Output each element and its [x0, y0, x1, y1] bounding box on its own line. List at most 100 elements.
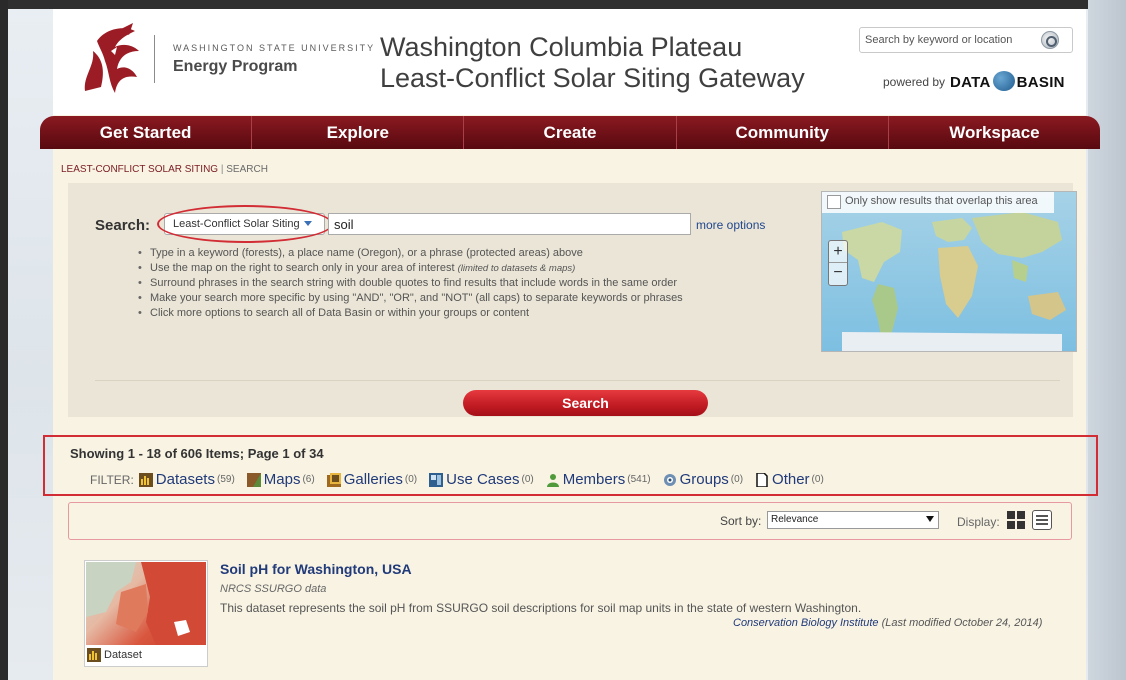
result-thumbnail[interactable]: Dataset [84, 560, 208, 667]
page: WASHINGTON STATE UNIVERSITY Energy Progr… [40, 9, 1100, 680]
soil-map-thumbnail [86, 562, 206, 645]
filter-galleries-count: (0) [404, 474, 418, 485]
nav-workspace[interactable]: Workspace [889, 116, 1100, 149]
gallery-icon [326, 472, 341, 487]
filter-datasets-count: (59) [216, 474, 235, 485]
search-tip: Click more options to search all of Data… [136, 307, 696, 320]
result-credit: Conservation Biology Institute (Last mod… [733, 617, 1042, 629]
site-title-line1: Washington Columbia Plateau [380, 32, 743, 62]
globe-icon [992, 71, 1015, 91]
breadcrumb-section-link[interactable]: LEAST-CONFLICT SOLAR SITING [61, 164, 218, 175]
nav-create[interactable]: Create [464, 116, 677, 149]
search-label: Search: [95, 217, 151, 234]
filter-groups[interactable]: Groups (0) [663, 471, 743, 488]
page-background-right [1088, 0, 1126, 680]
chevron-down-icon [926, 516, 934, 522]
filter-members-count: (541) [627, 474, 651, 485]
results-filter: FILTER: Datasets (59) Maps (6) Galleries (0… [90, 471, 836, 488]
use-case-icon [429, 472, 444, 487]
search-tip: Use the map on the right to search only … [136, 262, 696, 275]
logo-separator [154, 35, 155, 83]
search-tip-note: (limited to datasets & maps) [457, 263, 576, 274]
filter-maps-count: (6) [302, 474, 315, 485]
filter-members-label: Members [562, 471, 626, 488]
result-organization-link[interactable]: Conservation Biology Institute [733, 617, 879, 629]
nav-get-started[interactable]: Get Started [40, 116, 253, 149]
filter-groups-label: Groups [679, 471, 729, 488]
wsu-cougar-logo-icon[interactable] [75, 21, 145, 101]
filter-galleries-label: Galleries [343, 471, 403, 488]
document-icon [756, 472, 768, 487]
databasin-logo[interactable]: DATA BASIN [950, 71, 1065, 91]
zoom-in-button[interactable]: + [829, 241, 847, 263]
filter-maps-label: Maps [263, 471, 301, 488]
map-zoom-control: + − [828, 240, 848, 286]
breadcrumb-separator: | [220, 164, 224, 175]
site-header: WASHINGTON STATE UNIVERSITY Energy Progr… [53, 9, 1086, 115]
map-icon [246, 472, 261, 487]
program-name: Energy Program [173, 58, 298, 75]
search-divider [95, 380, 1060, 381]
filter-other[interactable]: Other (0) [755, 471, 824, 488]
result-type: Dataset [104, 649, 142, 661]
filter-use-cases[interactable]: Use Cases (0) [429, 471, 534, 488]
list-view-icon[interactable] [1032, 510, 1052, 530]
filter-use-cases-count: (0) [521, 474, 534, 485]
search-tips-list: Type in a keyword (forests), a place nam… [136, 247, 696, 322]
search-tip-text: Use the map on the right to search only … [150, 262, 455, 274]
search-tip: Type in a keyword (forests), a place nam… [136, 247, 696, 260]
search-button[interactable]: Search [463, 390, 708, 416]
powered-by-label: powered by [883, 75, 946, 89]
filter-other-count: (0) [811, 474, 824, 485]
result-source: NRCS SSURGO data [220, 583, 327, 595]
filter-label: FILTER: [90, 472, 134, 487]
university-name: WASHINGTON STATE UNIVERSITY [173, 43, 376, 53]
map-overlap-label: Only show results that overlap this area [822, 192, 1054, 213]
sort-bar: Sort by: Relevance Display: [68, 502, 1072, 540]
grid-view-icon[interactable] [1007, 511, 1026, 530]
sort-dropdown[interactable]: Relevance [767, 511, 939, 529]
search-tip: Make your search more specific by using … [136, 292, 696, 305]
sort-label: Sort by: [720, 514, 762, 528]
filter-use-cases-label: Use Cases [446, 471, 520, 488]
search-icon[interactable] [1041, 31, 1059, 49]
results-count: Showing 1 - 18 of 606 Items; Page 1 of 3… [70, 446, 324, 461]
filter-datasets[interactable]: Datasets (59) [138, 471, 235, 488]
member-icon [546, 473, 559, 487]
window-left-edge [0, 0, 8, 680]
databasin-logo-left: DATA [950, 74, 991, 91]
search-query-input[interactable]: soil [328, 213, 691, 235]
highlight-oval [157, 205, 333, 243]
filter-maps[interactable]: Maps (6) [246, 471, 315, 488]
result-type-label: Dataset [87, 648, 142, 662]
result-title-link[interactable]: Soil pH for Washington, USA [220, 561, 412, 577]
search-tip: Surround phrases in the search string wi… [136, 277, 696, 290]
result-thumbnail-image [86, 562, 206, 645]
dataset-icon [138, 472, 153, 487]
search-area-map[interactable]: Only show results that overlap this area… [821, 191, 1077, 352]
nav-community[interactable]: Community [677, 116, 889, 149]
filter-datasets-label: Datasets [155, 471, 215, 488]
main-nav: Get Started Explore Create Community Wor… [40, 116, 1100, 149]
filter-other-label: Other [772, 471, 810, 488]
filter-galleries[interactable]: Galleries (0) [326, 471, 418, 488]
sort-value: Relevance [771, 514, 819, 525]
filter-members[interactable]: Members (541) [546, 471, 651, 488]
world-map-image [842, 212, 1066, 351]
more-options-link[interactable]: more options [696, 218, 765, 232]
result-modified: (Last modified October 24, 2014) [881, 617, 1043, 629]
zoom-out-button[interactable]: − [829, 263, 847, 285]
dataset-icon [87, 648, 101, 662]
map-overlap-checkbox[interactable] [827, 195, 841, 209]
databasin-logo-right: BASIN [1016, 74, 1065, 91]
display-label: Display: [957, 515, 1000, 529]
nav-explore[interactable]: Explore [252, 116, 465, 149]
result-description: This dataset represents the soil pH from… [220, 601, 862, 615]
search-panel: Search: Least-Conflict Solar Siting soil… [68, 183, 1077, 417]
group-icon [663, 473, 676, 486]
filter-groups-count: (0) [730, 474, 744, 485]
site-title-line2: Least-Conflict Solar Siting Gateway [380, 63, 805, 93]
breadcrumb-current: SEARCH [226, 164, 268, 175]
window-top-edge [0, 0, 1126, 9]
breadcrumb: LEAST-CONFLICT SOLAR SITING | SEARCH [61, 164, 268, 175]
